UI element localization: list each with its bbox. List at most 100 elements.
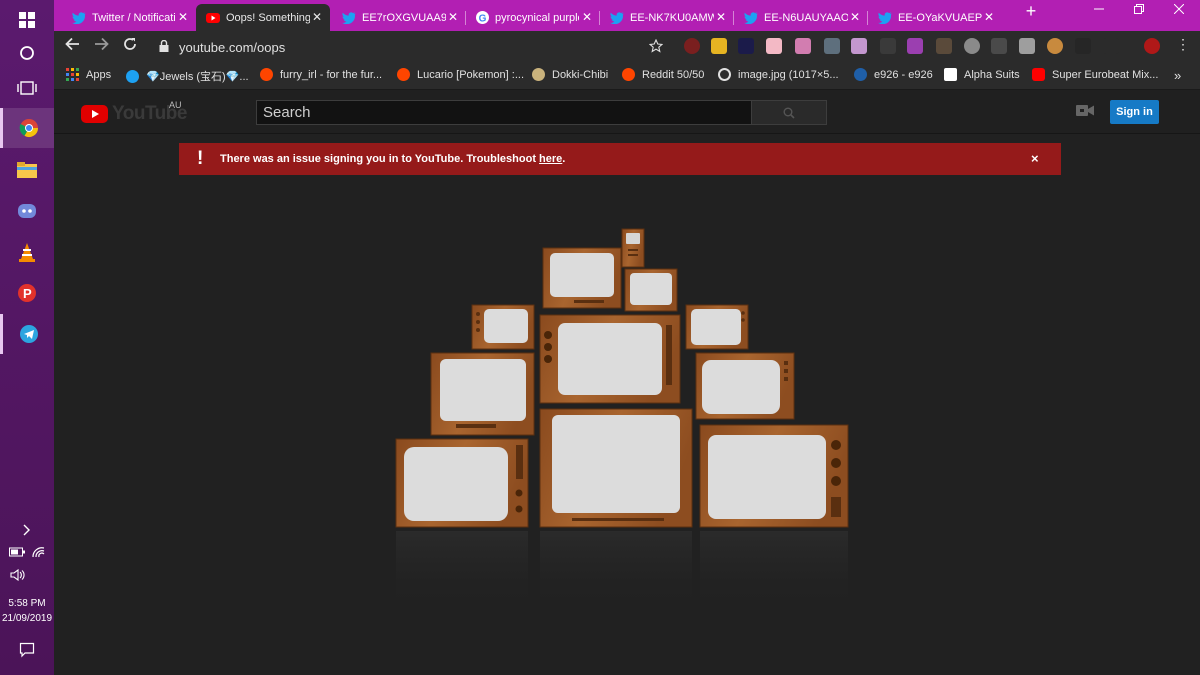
twitter-icon (342, 11, 356, 24)
new-tab-button[interactable]: + (1008, 1, 1054, 22)
back-button[interactable] (65, 37, 80, 55)
alert-close-button[interactable]: × (1031, 151, 1039, 166)
profile-avatar[interactable] (1144, 38, 1160, 54)
tab-google-search[interactable]: G pyrocynical purple ✕ (466, 4, 600, 31)
battery-icon (9, 547, 25, 557)
reddit-icon (622, 68, 635, 81)
menu-kebab-icon[interactable]: ⋮ (1176, 36, 1190, 52)
bookmarks-bar: Apps 💎Jewels (宝石)💎... furry_irl - for th… (54, 61, 1200, 90)
tab-twitter-notifications[interactable]: Twitter / Notifications ✕ (62, 4, 196, 31)
tab-label: EE-N6UAUYAAO (764, 11, 848, 24)
face-extension-icon[interactable] (1075, 38, 1091, 54)
close-window-button[interactable] (1156, 2, 1200, 17)
bookmark-alpha-suits[interactable]: Alpha Suits (944, 68, 1020, 81)
bookmark-jewels[interactable]: 💎Jewels (宝石)💎... (126, 68, 249, 84)
bookmark-reddit-5050[interactable]: Reddit 50/50 (622, 68, 704, 81)
close-icon[interactable]: ✕ (984, 11, 994, 23)
tv-mid-left (430, 352, 535, 436)
reddit-icon (397, 68, 410, 81)
search-button[interactable] (751, 100, 827, 125)
browser-toolbar: youtube.com/oops ⋮ (54, 31, 1200, 61)
task-view-button[interactable] (0, 68, 54, 108)
close-icon[interactable]: ✕ (850, 11, 860, 23)
avatar-extension-icon[interactable] (851, 38, 867, 54)
profile-extension-icon[interactable] (711, 38, 727, 54)
volume-tray[interactable] (0, 560, 54, 590)
taskbar-psiphon[interactable]: P (0, 273, 54, 313)
action-center-button[interactable] (0, 630, 54, 670)
close-icon[interactable]: ✕ (448, 11, 458, 23)
bookmark-image-jpg[interactable]: image.jpg (1017×5... (718, 68, 839, 81)
star-icon[interactable] (649, 39, 663, 53)
pink-extension-icon[interactable] (766, 38, 782, 54)
clock-time[interactable]: 5:58 PM (0, 597, 54, 610)
bookmarks-overflow-chevron-icon[interactable]: » (1174, 68, 1181, 83)
tv-small-left (471, 304, 535, 350)
tab-strip: Twitter / Notifications ✕ Oops! Somethin… (54, 0, 1200, 31)
video-camera-icon[interactable] (1076, 104, 1094, 117)
bookmark-dokki-chibi[interactable]: Dokki-Chibi (532, 68, 608, 81)
region-label: AU (169, 100, 182, 110)
bookmark-label: Super Eurobeat Mix... (1052, 68, 1159, 81)
ublock-extension-icon[interactable] (684, 38, 700, 54)
arrow-extension-icon[interactable] (1103, 38, 1119, 54)
error-illustration (395, 228, 849, 611)
tab-twitter-image-1[interactable]: EE7rOXGVUAA9K ✕ (332, 4, 466, 31)
cortana-button[interactable] (0, 33, 54, 73)
clock-date[interactable]: 21/09/2019 (0, 612, 54, 625)
vlc-cone-icon (19, 243, 35, 262)
svg-text:P: P (23, 286, 32, 301)
close-icon[interactable]: ✕ (716, 11, 726, 23)
search-input[interactable] (257, 101, 751, 124)
reload-button[interactable] (123, 37, 137, 55)
tab-youtube-oops[interactable]: Oops! Something went wrong ✕ (196, 4, 330, 31)
figure-extension-icon[interactable] (880, 38, 896, 54)
letter-a-extension-icon[interactable] (738, 38, 754, 54)
bookmark-label: Alpha Suits (964, 68, 1020, 81)
dots-extension-icon[interactable] (991, 38, 1007, 54)
bookmark-super-eurobeat[interactable]: Super Eurobeat Mix... (1032, 68, 1158, 81)
forward-button[interactable] (94, 37, 109, 55)
anime-extension-icon[interactable] (795, 38, 811, 54)
tv-mid-right (695, 352, 795, 420)
fox-extension-icon[interactable] (936, 38, 952, 54)
bookmark-apps[interactable]: Apps (66, 68, 111, 81)
bookmark-e926[interactable]: e926 - e926 (854, 68, 933, 81)
character-extension-icon[interactable] (824, 38, 840, 54)
tab-twitter-image-3[interactable]: EE-N6UAUYAAO ✕ (734, 4, 868, 31)
taskbar-file-explorer[interactable] (0, 150, 54, 190)
restore-icon (1134, 4, 1144, 14)
sign-in-button[interactable]: Sign in (1110, 100, 1159, 124)
windows-icon (19, 12, 35, 28)
close-icon[interactable]: ✕ (312, 11, 322, 23)
alpha-a-icon (944, 68, 957, 81)
taskbar-discord[interactable] (0, 191, 54, 231)
bookmark-label: e926 - e926 (874, 68, 933, 81)
bookmark-label: 💎Jewels (宝石)💎... (146, 71, 249, 83)
tv-tiny-top (621, 228, 645, 268)
m-extension-icon[interactable] (964, 38, 980, 54)
close-icon[interactable]: ✕ (582, 11, 592, 23)
troubleshoot-link[interactable]: here (539, 153, 562, 165)
taskbar-chrome[interactable] (0, 108, 54, 148)
taskbar-vlc[interactable] (0, 232, 54, 272)
reload-icon (124, 38, 136, 50)
arrow-left-icon (65, 37, 79, 51)
tv-reflection (396, 531, 848, 611)
taskbar-telegram[interactable] (0, 314, 54, 354)
tab-twitter-image-2[interactable]: EE-NK7KU0AMW ✕ (600, 4, 734, 31)
bookmark-label: Lucario [Pokemon] :... (417, 68, 524, 81)
address-bar[interactable]: youtube.com/oops (143, 34, 672, 58)
close-icon[interactable]: ✕ (178, 11, 188, 23)
tv-top-right (624, 268, 678, 312)
chrome-icon (19, 119, 38, 138)
tab-twitter-image-4[interactable]: EE-OYaKVUAEP1 ✕ (868, 4, 1002, 31)
purple-extension-icon[interactable] (907, 38, 923, 54)
cookie-extension-icon[interactable] (1047, 38, 1063, 54)
twitter-icon (878, 11, 892, 24)
psiphon-icon: P (18, 284, 36, 302)
youtube-icon (206, 12, 220, 23)
k-extension-icon[interactable] (1019, 38, 1035, 54)
bookmark-furry-irl[interactable]: furry_irl - for the fur... (260, 68, 382, 81)
bookmark-lucario[interactable]: Lucario [Pokemon] :... (397, 68, 524, 81)
